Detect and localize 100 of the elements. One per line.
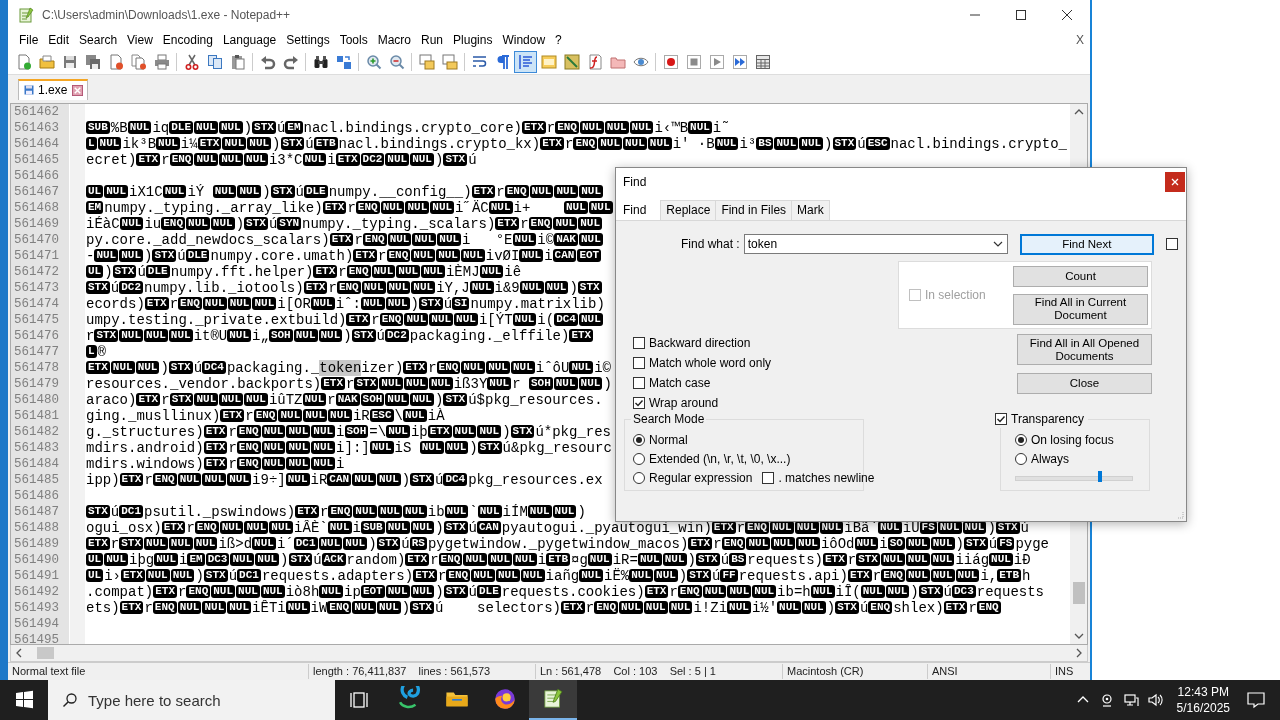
clock-date[interactable]: 5/16/2025 xyxy=(1176,700,1230,716)
control-char-badge: NUL xyxy=(513,553,537,567)
network-icon[interactable] xyxy=(1122,692,1139,708)
radio-button[interactable]: Always xyxy=(1015,449,1069,468)
control-char-badge: NUL xyxy=(119,329,144,343)
document-tab[interactable]: 1.exe xyxy=(18,78,89,100)
control-char-badge: STX xyxy=(418,297,443,311)
menu-item[interactable]: Language xyxy=(217,30,282,49)
code-text: ) xyxy=(434,151,444,168)
dialog-tab[interactable]: Find in Files xyxy=(715,200,793,220)
close-button[interactable] xyxy=(1165,172,1185,192)
code-text: i xyxy=(879,535,888,552)
menu-item[interactable]: Encoding xyxy=(157,30,218,49)
dialog-button[interactable]: Find All in All Opened Documents xyxy=(1017,334,1152,365)
radio-button[interactable]: On losing focus xyxy=(1015,430,1114,449)
control-char-badge: DC2 xyxy=(119,281,144,295)
horizontal-scrollbar[interactable] xyxy=(10,645,1088,663)
code-text: ) xyxy=(272,135,281,152)
control-char-badge: NUL xyxy=(930,553,955,567)
control-char-badge: EM xyxy=(285,121,303,135)
code-text: r xyxy=(669,583,678,600)
control-char-badge: NUL xyxy=(930,537,955,551)
speaker-icon[interactable] xyxy=(1146,692,1163,708)
control-char-badge: NUL xyxy=(469,281,494,295)
control-char-badge: NUL xyxy=(252,297,277,311)
option-checkbox[interactable]: . matches newline xyxy=(762,468,875,487)
checkbox[interactable] xyxy=(1166,238,1178,250)
option-checkbox[interactable]: Match case xyxy=(633,373,711,392)
clock-time[interactable]: 12:43 PM xyxy=(1177,684,1229,700)
control-char-badge: DC2 xyxy=(360,153,385,167)
search-icon xyxy=(62,692,78,708)
notification-icon[interactable] xyxy=(1246,690,1266,710)
dialog-button[interactable]: Close xyxy=(1017,373,1152,394)
line-number: 561491 xyxy=(13,567,59,584)
code-text: ) xyxy=(435,519,444,536)
dialog-button[interactable]: Find All in Current Document xyxy=(1013,293,1148,325)
code-text: i, xyxy=(980,567,998,584)
radio-button[interactable]: Regular expression xyxy=(633,468,753,487)
control-char-badge: NUL xyxy=(244,521,269,535)
code-text: r xyxy=(320,503,329,520)
code-text: iß3Y xyxy=(453,375,488,392)
code-text: iË% xyxy=(604,567,630,584)
option-checkbox[interactable]: Match whole word only xyxy=(633,353,772,372)
control-char-badge: DLE xyxy=(477,585,501,599)
dialog-tab[interactable]: Mark xyxy=(791,200,830,220)
search-field[interactable]: token xyxy=(743,234,1008,254)
code-text: iÈMJ xyxy=(445,263,480,280)
transparency-checkbox[interactable]: Transparency xyxy=(995,410,1088,428)
code-text: i' ·B xyxy=(672,135,715,152)
control-char-badge: NUL xyxy=(379,377,404,391)
menu-item[interactable]: Run xyxy=(416,30,449,49)
option-checkbox[interactable]: Backward direction xyxy=(633,333,751,352)
control-char-badge: NUL xyxy=(144,329,168,343)
line-number: 561493 xyxy=(13,599,59,616)
code-text: iÊTi xyxy=(252,599,286,616)
control-char-badge: NUL xyxy=(186,217,210,231)
scroll-thumb[interactable] xyxy=(1072,582,1085,605)
menu-item[interactable]: Settings xyxy=(281,30,335,49)
notepad-app-icon[interactable] xyxy=(529,680,577,720)
code-text: ú&pkg_resourc xyxy=(502,439,612,456)
menu-item[interactable]: View xyxy=(122,30,158,49)
find-next-button[interactable]: Find Next xyxy=(1019,233,1154,255)
control-char-badge: STX xyxy=(832,137,857,151)
control-char-badge: ENQ xyxy=(362,233,387,247)
menu-item[interactable]: Plugins xyxy=(448,30,498,49)
line-number: 561467 xyxy=(13,183,59,200)
menu-item[interactable]: ? xyxy=(550,30,567,49)
dialog-tab[interactable]: Replace xyxy=(660,200,717,220)
radio-button[interactable]: Normal xyxy=(633,430,688,449)
code-text: umpy.testing._private.extbuild) xyxy=(86,311,347,328)
control-char-badge: NUL xyxy=(168,537,193,551)
code-text: r xyxy=(968,599,977,616)
dialog-button[interactable]: Count xyxy=(1013,265,1148,287)
line-number: 561472 xyxy=(13,263,59,280)
menu-item[interactable]: Tools xyxy=(334,30,373,49)
checkmark-icon xyxy=(634,397,644,408)
code-text: ) xyxy=(569,279,578,296)
control-char-badge: NUL xyxy=(385,393,410,407)
radio-button[interactable]: Extended (\n, \r, \t, \0, \x...) xyxy=(633,449,791,468)
search-field[interactable]: Type here to search xyxy=(48,680,335,720)
menu-item[interactable]: Search xyxy=(74,30,123,49)
control-char-badge: NUL xyxy=(352,473,376,487)
transparency-slider[interactable] xyxy=(1015,471,1133,483)
control-char-badge: ETX xyxy=(353,249,378,263)
control-char-badge: NUL xyxy=(623,137,647,151)
option-checkbox[interactable]: Wrap around xyxy=(633,393,719,412)
menu-item[interactable]: Window xyxy=(497,30,551,49)
code-text: ) xyxy=(410,295,419,312)
control-char-badge: NUL xyxy=(746,537,771,551)
code-text: numpy._typing._scalars) xyxy=(302,215,496,232)
close-document-button[interactable]: X xyxy=(1076,32,1084,47)
scroll-thumb[interactable] xyxy=(37,647,54,660)
control-char-badge: DC1 xyxy=(119,505,144,519)
menu-item[interactable]: Edit xyxy=(43,30,75,49)
checkmark-icon xyxy=(996,414,1006,424)
resize-grip-icon[interactable] xyxy=(1176,511,1184,519)
tab-close-button[interactable] xyxy=(72,84,84,96)
menu-item[interactable]: File xyxy=(14,30,44,49)
indent-guide-icon[interactable] xyxy=(514,50,537,73)
menu-item[interactable]: Macro xyxy=(372,30,416,49)
